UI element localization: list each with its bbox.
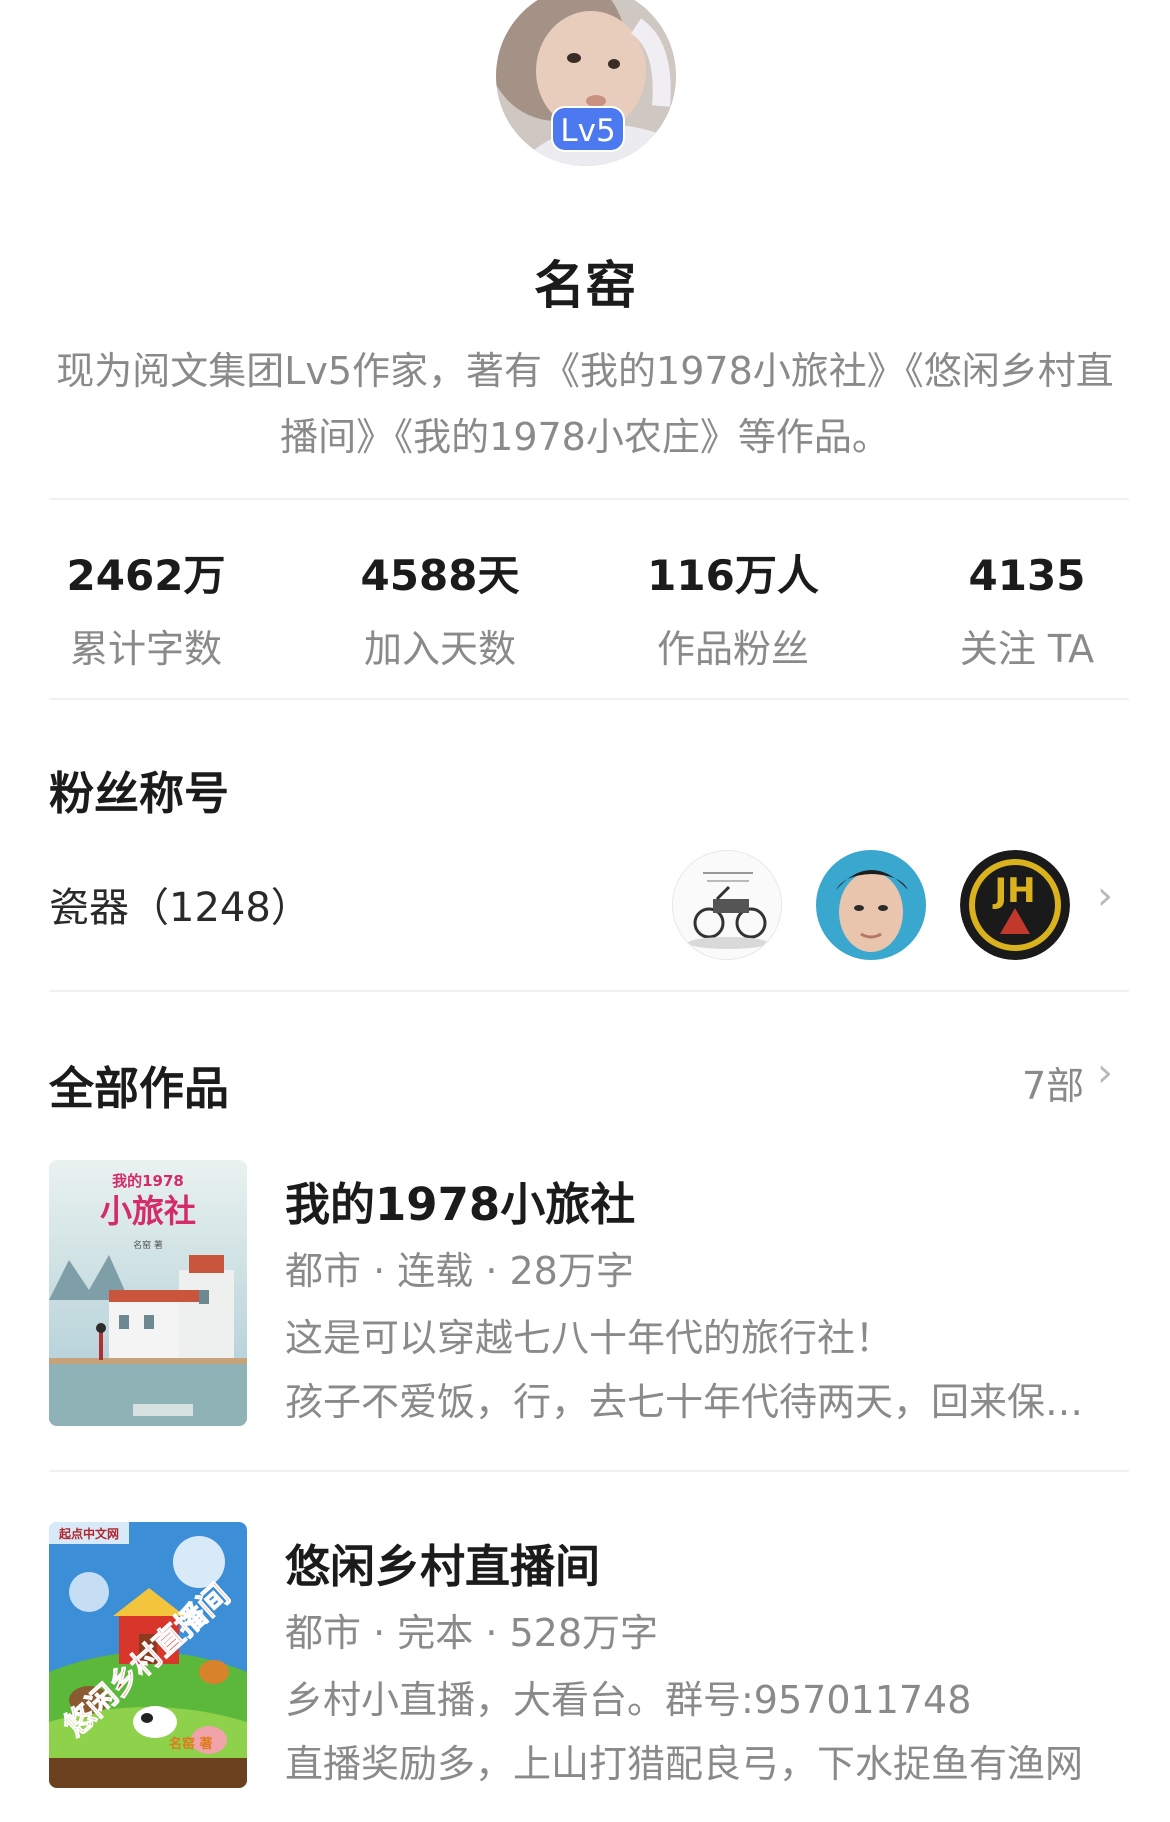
book-cover[interactable]: 悠闲乡村直播间 起点中文网 名窑 著 <box>49 1522 247 1788</box>
cover-top-text: 我的1978 <box>112 1172 184 1190</box>
stat-value: 2462万 <box>66 551 226 600</box>
stat-label: 作品粉丝 <box>656 627 809 671</box>
stat-following[interactable]: 4135 关注 TA <box>897 546 1157 673</box>
fan-title-label: 瓷器（1248） <box>49 885 311 931</box>
author-name: 名窑 <box>533 257 636 316</box>
stat-label: 关注 TA <box>959 627 1095 671</box>
fan-title-heading: 粉丝称号 <box>49 767 230 820</box>
cover-author-text: 名窑 著 <box>169 1736 213 1752</box>
author-intro: 现为阅文集团Lv5作家，著有《我的1978小旅社》《悠闲乡村直播间》《我的197… <box>56 349 1114 459</box>
stat-value: 4588天 <box>360 551 520 600</box>
book-item[interactable]: 悠闲乡村直播间 起点中文网 名窑 著 悠闲乡村直播间 都市 · 完本 · 528… <box>0 1522 1170 1792</box>
book-cover-image: 悠闲乡村直播间 起点中文网 名窑 著 <box>49 1522 247 1788</box>
book-meta: 都市 · 连载 · 28万字 <box>285 1249 634 1293</box>
book-item[interactable]: 我的1978 小旅社 名窑 著 我的1978小旅社 都市 · 连载 · 28万字… <box>0 1160 1170 1430</box>
works-count[interactable]: 7部 <box>1022 1055 1084 1110</box>
cover-brand-text: 起点中文网 <box>58 1526 119 1541</box>
jh-logo-icon: JH <box>960 850 1070 960</box>
man-portrait <box>816 850 926 960</box>
divider <box>49 698 1129 700</box>
chevron-right-icon[interactable]: › <box>1097 1050 1113 1096</box>
jh-logo-avatar[interactable]: JH <box>960 850 1070 960</box>
profile-avatar-wrap[interactable]: Lv5 <box>496 0 676 166</box>
book-description: 孩子不爱饭，行，去七十年代待两天，回来保证吃得香 <box>285 1380 1105 1424</box>
book-description: 乡村小直播，大看台。群号:957011748 <box>285 1678 972 1722</box>
book-title[interactable]: 悠闲乡村直播间 <box>285 1530 600 1595</box>
vintage-car-icon <box>673 851 781 959</box>
book-description: 这是可以穿越七八十年代的旅行社！ <box>285 1316 894 1360</box>
young-man-avatar[interactable] <box>816 850 926 960</box>
stat-label: 累计字数 <box>69 627 222 671</box>
book-title[interactable]: 我的1978小旅社 <box>285 1168 635 1233</box>
book-meta: 都市 · 完本 · 528万字 <box>285 1611 659 1655</box>
stat-fans[interactable]: 116万人 作品粉丝 <box>603 546 863 673</box>
svg-text:JH: JH <box>992 871 1035 911</box>
stat-value: 116万人 <box>647 551 819 600</box>
cover-author-text: 名窑 著 <box>133 1239 163 1251</box>
divider <box>49 498 1129 500</box>
book-cover[interactable]: 我的1978 小旅社 名窑 著 <box>49 1160 247 1426</box>
fan-title-row[interactable]: 瓷器（1248） JH › <box>0 845 1170 965</box>
level-badge: Lv5 <box>551 106 625 152</box>
cover-title-text: 小旅社 <box>100 1192 196 1230</box>
stat-value: 4135 <box>968 551 1086 600</box>
vintage-car-avatar[interactable] <box>672 850 782 960</box>
stats-row: 2462万 累计字数 4588天 加入天数 116万人 作品粉丝 4135 关注… <box>0 546 1170 676</box>
book-cover-image: 我的1978 小旅社 名窑 著 <box>49 1160 247 1426</box>
divider <box>49 990 1129 992</box>
book-description: 直播奖励多，上山打猎配良弓，下水捉鱼有渔网 <box>285 1742 1084 1786</box>
works-heading: 全部作品 <box>49 1062 230 1115</box>
divider <box>49 1470 1129 1472</box>
stat-label: 加入天数 <box>363 627 516 671</box>
stat-total-words[interactable]: 2462万 累计字数 <box>16 546 276 673</box>
stat-join-days[interactable]: 4588天 加入天数 <box>310 546 570 673</box>
chevron-right-icon[interactable]: › <box>1097 873 1113 919</box>
